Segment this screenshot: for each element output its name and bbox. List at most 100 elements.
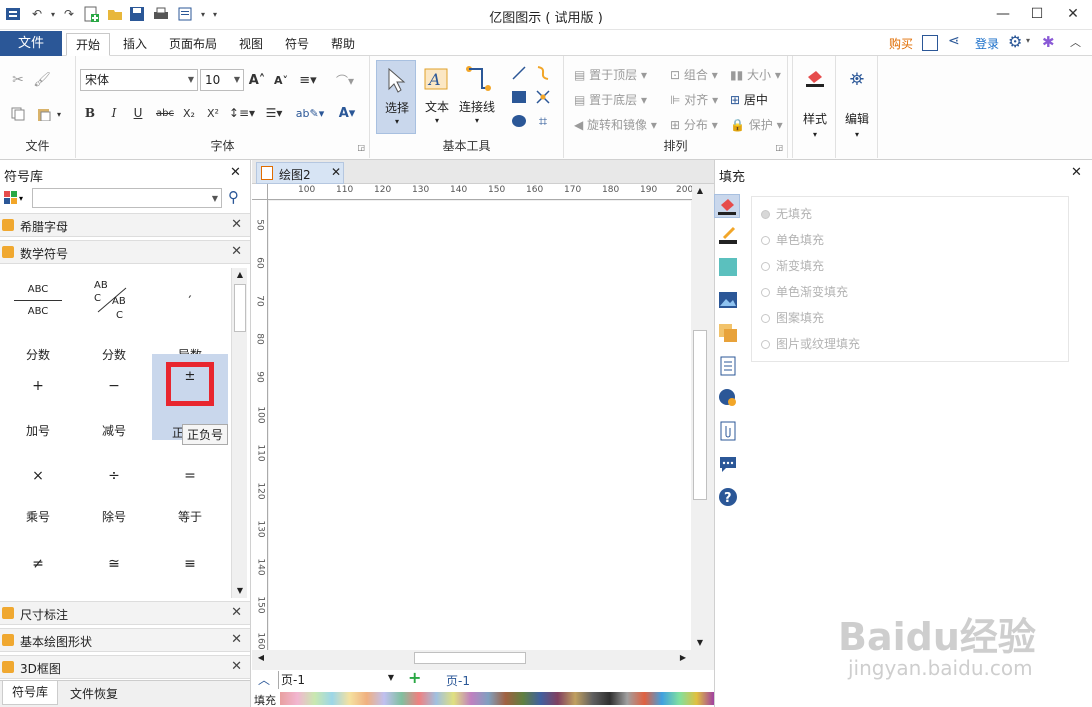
group-button[interactable]: ⊡ 组合 ▾ (670, 66, 718, 83)
library-search-input[interactable]: ▼ (32, 188, 222, 208)
tab-home[interactable]: 开始 (66, 33, 110, 56)
shape-divide[interactable]: ÷ 除号 (76, 456, 152, 536)
shape-identical[interactable]: ≡ (152, 544, 228, 584)
settings-gear-icon[interactable]: ⚙ (1008, 32, 1022, 51)
comment-tab-icon[interactable] (718, 454, 738, 474)
shape-fraction[interactable]: ABC ABC 分数 (0, 276, 76, 362)
cut-icon[interactable]: ✂ (8, 70, 28, 90)
select-tool-button[interactable]: 选择 ▾ (376, 60, 416, 134)
bold-icon[interactable]: B (82, 104, 98, 122)
tab-insert[interactable]: 插入 (114, 33, 156, 56)
help-tab-icon[interactable]: ? (718, 487, 738, 507)
fill-option-none[interactable]: 无填充 (761, 205, 812, 222)
connector-tool-button[interactable]: 连接线 ▾ (458, 60, 496, 134)
canvas-horizontal-scrollbar[interactable]: ◀ ▶ (252, 650, 692, 666)
tab-help[interactable]: 帮助 (322, 33, 364, 56)
vscroll-thumb[interactable] (693, 330, 707, 500)
tab-symbol-library[interactable]: 符号库 (2, 681, 58, 705)
text-dropdown-icon[interactable]: ▾ (418, 116, 456, 125)
connector-dropdown-icon[interactable]: ▾ (458, 116, 496, 125)
attachment-tab-icon[interactable] (718, 421, 738, 441)
theme-icon[interactable]: ✱ (1042, 33, 1055, 51)
buy-link[interactable]: 购买 (889, 35, 913, 52)
shape-congruent[interactable]: ≅ (76, 544, 152, 584)
line-shape-icon[interactable] (510, 64, 528, 82)
edit-group[interactable]: ⛯ 编辑 ▾ (836, 56, 878, 158)
style-dropdown-icon[interactable]: ▾ (793, 130, 837, 139)
close-window-button[interactable]: ✕ (1058, 2, 1088, 26)
category-close-icon[interactable]: ✕ (231, 244, 242, 259)
bring-to-front-button[interactable]: ▤ 置于顶层 ▾ (574, 66, 647, 83)
shape-plus[interactable]: + 加号 (0, 366, 76, 446)
page-nav-up-icon[interactable]: ︿ (258, 671, 270, 688)
fill-option-solid[interactable]: 单色填充 (761, 231, 824, 248)
tab-file-recovery[interactable]: 文件恢复 (64, 685, 124, 702)
library-menu-icon[interactable]: ▾ (4, 190, 28, 206)
size-button[interactable]: ▮▮ 大小 ▾ (730, 66, 781, 83)
page-tab-icon[interactable] (718, 356, 738, 376)
fill-option-pattern[interactable]: 图案填充 (761, 309, 824, 326)
shadow-tab-icon[interactable] (718, 257, 738, 277)
font-name-select[interactable]: 宋体 ▼ (80, 69, 198, 91)
rectangle-shape-icon[interactable] (510, 88, 528, 106)
paste-dropdown-icon[interactable]: ▾ (54, 108, 64, 120)
page-tab[interactable]: 页-1 (446, 672, 470, 689)
category-close-icon[interactable]: ✕ (231, 632, 242, 647)
collapse-ribbon-icon[interactable]: ︿ (1070, 34, 1081, 50)
select-dropdown-icon[interactable]: ▾ (377, 117, 417, 126)
maximize-button[interactable]: ☐ (1022, 2, 1052, 26)
text-tool-button[interactable]: A 文本 ▾ (418, 60, 456, 134)
grow-font-icon[interactable]: A˄ (248, 71, 266, 89)
tab-page-layout[interactable]: 页面布局 (162, 33, 224, 56)
scroll-down-icon[interactable]: ▼ (232, 584, 248, 598)
drawing-page[interactable] (269, 201, 691, 650)
distribute-button[interactable]: ⊞ 分布 ▾ (670, 116, 718, 133)
vscroll-up-icon[interactable]: ▲ (692, 184, 708, 198)
tab-symbol[interactable]: 符号 (276, 33, 318, 56)
shape-multiply[interactable]: × 乘号 (0, 456, 76, 536)
superscript-icon[interactable]: X² (204, 104, 222, 122)
shrink-font-icon[interactable]: A˅ (272, 71, 290, 89)
copy-icon[interactable] (8, 104, 28, 124)
scroll-thumb[interactable] (234, 284, 246, 332)
line-spacing-icon[interactable]: ↕≡▾ (228, 104, 256, 122)
center-button[interactable]: ⊞ 居中 (730, 91, 768, 108)
vscroll-down-icon[interactable]: ▼ (692, 636, 708, 650)
style-group[interactable]: 样式 ▾ (792, 56, 836, 158)
category-greek[interactable]: 希腊字母 ✕ (0, 213, 250, 237)
shape-equals[interactable]: = 等于 (152, 456, 228, 536)
layers-tab-icon[interactable] (718, 323, 738, 343)
tab-view[interactable]: 视图 (230, 33, 272, 56)
cross-shape-icon[interactable] (534, 88, 552, 106)
text-align-icon[interactable]: ≡▾ (298, 71, 318, 89)
text-highlight-icon[interactable]: ab✎▾ (292, 104, 328, 122)
font-dialog-launcher-icon[interactable]: ◲ (357, 143, 365, 152)
crop-icon[interactable]: ⌗ (534, 112, 552, 130)
hscroll-left-icon[interactable]: ◀ (254, 650, 268, 666)
minimize-button[interactable]: — (988, 2, 1018, 26)
fill-option-single-gradient[interactable]: 单色渐变填充 (761, 283, 848, 300)
category-3d-block[interactable]: 3D框图 ✕ (0, 655, 250, 679)
hyperlink-tab-icon[interactable] (718, 388, 738, 408)
fill-option-texture[interactable]: 图片或纹理填充 (761, 335, 860, 352)
bullets-icon[interactable]: ☰▾ (260, 104, 288, 122)
scroll-up-icon[interactable]: ▲ (232, 268, 248, 282)
fill-panel-close-icon[interactable]: ✕ (1071, 165, 1082, 180)
library-close-icon[interactable]: ✕ (230, 165, 241, 180)
line-tab-icon[interactable] (718, 226, 738, 246)
category-math[interactable]: 数学符号 ✕ (0, 240, 250, 264)
send-to-back-button[interactable]: ▤ 置于底层 ▾ (574, 91, 647, 108)
shape-minus[interactable]: − 减号 (76, 366, 152, 446)
text-curve-icon[interactable]: ⌒▾ (330, 71, 360, 89)
share-window-icon[interactable] (922, 35, 938, 51)
font-size-select[interactable]: 10 ▼ (200, 69, 244, 91)
add-page-icon[interactable]: + (408, 668, 421, 687)
page-select[interactable]: 页-1 ▼ (278, 671, 396, 689)
format-painter-icon[interactable]: 🖌 (32, 70, 52, 90)
edit-dropdown-icon[interactable]: ▾ (836, 130, 878, 139)
category-dimension[interactable]: 尺寸标注 ✕ (0, 601, 250, 625)
shape-derivative[interactable]: ′ 导数 (152, 276, 228, 362)
image-tab-icon[interactable] (718, 290, 738, 310)
login-link[interactable]: 登录 (975, 35, 999, 52)
font-color-icon[interactable]: A▾ (334, 104, 360, 122)
